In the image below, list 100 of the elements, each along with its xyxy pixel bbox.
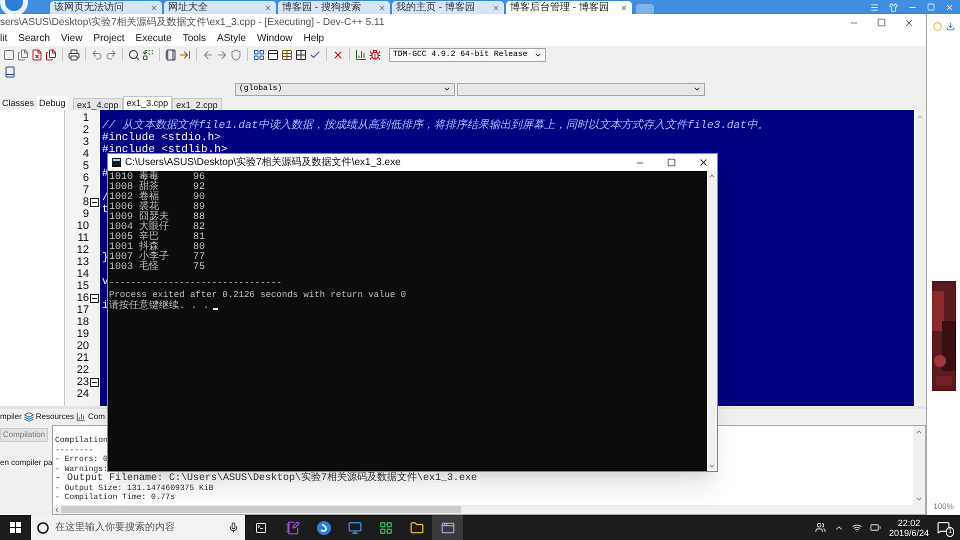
arrow-left-icon[interactable]: [202, 48, 214, 60]
indent-icon[interactable]: [179, 48, 191, 60]
taskbar-search-field[interactable]: 在这里输入你要搜索的内容: [31, 515, 245, 540]
undo-icon[interactable]: [91, 48, 103, 60]
scroll-down-icon[interactable]: [708, 462, 716, 470]
menu-item[interactable]: View: [60, 31, 82, 46]
cortana-icon[interactable]: [37, 522, 49, 534]
battery-icon[interactable]: [870, 522, 881, 533]
close-tab-icon[interactable]: [264, 4, 272, 12]
bottom-tab[interactable]: Com: [88, 411, 105, 423]
menu-item[interactable]: Project: [93, 31, 125, 46]
close-tab-icon[interactable]: [150, 4, 158, 12]
panel-icon[interactable]: [267, 48, 279, 60]
menu-icon[interactable]: [870, 2, 879, 12]
file-tab[interactable]: ex1_3.cpp: [122, 96, 172, 110]
close-icon[interactable]: [698, 157, 709, 168]
scrollbar[interactable]: [707, 171, 717, 471]
window-icon: [440, 520, 454, 534]
scroll-up-icon[interactable]: [708, 172, 716, 180]
fold-icon[interactable]: [90, 294, 99, 302]
log-line: --------: [55, 446, 94, 455]
menu-item[interactable]: Help: [304, 31, 324, 46]
maximize-icon[interactable]: [667, 158, 676, 167]
scrollbar[interactable]: [913, 426, 925, 505]
task-view-icon[interactable]: [255, 522, 267, 534]
arrow-right-icon[interactable]: [216, 48, 228, 60]
bottom-tab[interactable]: Resources: [36, 411, 74, 423]
browser-tab[interactable]: 该网页无法访问: [50, 1, 162, 14]
log-line: - Output Size: 131.1474609375 KiB: [55, 484, 214, 493]
zoom-level[interactable]: 100%: [933, 501, 954, 515]
bottom-tab[interactable]: mpiler: [0, 411, 22, 423]
window-title: sers\ASUS\Desktop\实验7相关源码及数据文件\ex1_3.cpp - [Executing] - Dev-C++ 5.11: [0, 16, 384, 30]
close-tab-icon[interactable]: [620, 4, 628, 12]
student-id: 1009: [109, 213, 134, 223]
squares-icon[interactable]: [295, 48, 307, 60]
fold-icon[interactable]: [90, 378, 99, 386]
table-icon[interactable]: [281, 48, 293, 60]
student-id: 1002: [109, 193, 134, 203]
notification-icon[interactable]: [937, 521, 950, 534]
file-x-icon[interactable]: [31, 48, 43, 60]
book-icon[interactable]: [4, 66, 16, 78]
folder-icon: [410, 520, 424, 534]
check-icon[interactable]: [309, 48, 321, 60]
panel-tab[interactable]: Debug: [37, 96, 68, 110]
scroll-down-icon[interactable]: [915, 495, 923, 503]
close-tab-icon[interactable]: [492, 4, 500, 12]
square-icon[interactable]: [3, 48, 15, 60]
browser-tab[interactable]: 我的主页 - 博客园: [392, 1, 504, 14]
shield-icon[interactable]: [230, 48, 242, 60]
windows-start-icon[interactable]: [10, 522, 21, 533]
menu-item[interactable]: Execute: [136, 31, 172, 46]
shirt-icon[interactable]: [889, 2, 898, 12]
line-number: 10: [76, 220, 89, 232]
clock-time[interactable]: 22:02: [898, 518, 920, 528]
bug-icon[interactable]: [369, 48, 381, 60]
people-icon[interactable]: [814, 522, 826, 533]
line-number: 17: [76, 304, 89, 316]
menu-item[interactable]: Window: [256, 31, 293, 46]
student-id: 1007: [109, 253, 134, 263]
layers-icon: [24, 412, 34, 422]
files-icon[interactable]: [45, 48, 57, 60]
notebook-icon[interactable]: [165, 48, 177, 60]
mic-icon[interactable]: [228, 522, 239, 533]
replace-icon[interactable]: [142, 48, 154, 60]
maximize-icon[interactable]: [877, 18, 886, 27]
wifi-icon[interactable]: [852, 522, 862, 532]
line-number: 21: [76, 352, 89, 364]
browser-tab[interactable]: 网址大全: [164, 1, 276, 14]
clock-date[interactable]: 2019/6/24: [888, 528, 929, 538]
menu-item[interactable]: AStyle: [217, 31, 246, 46]
bar-chart-icon[interactable]: [355, 48, 367, 60]
files-icon[interactable]: [17, 48, 29, 60]
menu-item[interactable]: Tools: [182, 31, 206, 46]
search-icon[interactable]: [128, 48, 140, 60]
panel-tab[interactable]: Classes: [0, 96, 36, 110]
log-line: - Output Filename: C:\Users\ASUS\Desktop\实验7相关源码及数据文件\ex1_3.exe: [55, 474, 478, 484]
cross-icon[interactable]: [332, 48, 344, 60]
browser-tab[interactable]: 博客后台管理 - 博客园: [506, 1, 632, 14]
student-id: 1005: [109, 233, 134, 243]
scroll-left-icon[interactable]: [53, 506, 61, 514]
grid-icon[interactable]: [253, 48, 265, 60]
browser-tab[interactable]: 博客园 - 搜狗搜索: [278, 1, 390, 14]
code-line: }: [102, 252, 109, 264]
menu-item[interactable]: Search: [18, 31, 50, 46]
close-tab-icon[interactable]: [378, 4, 386, 12]
download-icon[interactable]: [946, 22, 954, 31]
line-number: 23: [76, 376, 89, 388]
printer-icon[interactable]: [68, 48, 80, 60]
menu-item[interactable]: lit: [0, 31, 8, 46]
file-tab[interactable]: ex1_4.cpp: [73, 98, 123, 110]
file-tab[interactable]: ex1_2.cpp: [172, 98, 222, 110]
log-line: Compilation: [55, 436, 108, 446]
line-number: 4: [82, 148, 89, 160]
fold-icon[interactable]: [90, 198, 99, 206]
scroll-up-icon[interactable]: [915, 428, 923, 436]
close-icon[interactable]: [904, 18, 914, 28]
scope-select[interactable]: (globals): [235, 82, 455, 96]
horizontal-scrollbar[interactable]: [53, 505, 925, 514]
compiler-select[interactable]: TDM-GCC 4.9.2 64-bit Release: [389, 48, 546, 62]
redo-icon[interactable]: [105, 48, 117, 60]
